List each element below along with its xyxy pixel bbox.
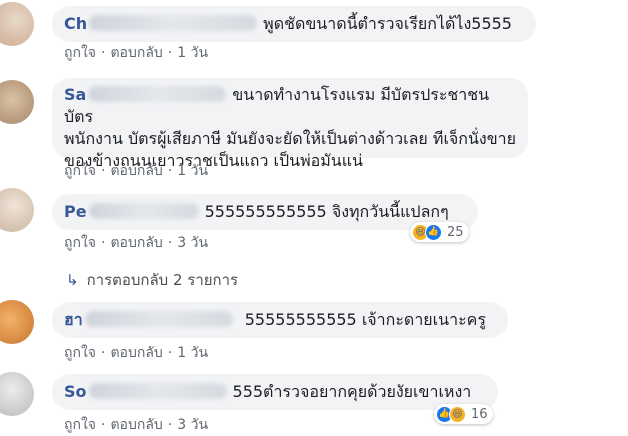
comment-actions: ถูกใจ · ตอบกลับ · 3 วัน (64, 414, 208, 436)
separator: · (101, 163, 106, 179)
reply-link[interactable]: ตอบกลับ (110, 45, 162, 61)
comment-actions: ถูกใจ · ตอบกลับ · 1 วัน (64, 160, 208, 182)
timestamp[interactable]: 3 วัน (177, 417, 208, 433)
reply-link[interactable]: ตอบกลับ (110, 345, 162, 361)
avatar[interactable] (0, 300, 34, 344)
timestamp[interactable]: 3 วัน (177, 235, 208, 251)
like-link[interactable]: ถูกใจ (64, 163, 96, 179)
separator: · (101, 235, 106, 251)
comment-actions: ถูกใจ · ตอบกลับ · 3 วัน (64, 232, 208, 254)
separator: · (101, 45, 106, 61)
separator: · (167, 45, 173, 61)
commenter-name[interactable]: Sa (64, 85, 86, 104)
like-link[interactable]: ถูกใจ (64, 417, 96, 433)
timestamp[interactable]: 1 วัน (177, 345, 208, 361)
avatar[interactable] (0, 188, 34, 232)
separator: · (167, 235, 173, 251)
comment-bubble: Ch พูดชัดขนาดนี้ตำรวจเรียกได้ไง5555 (52, 6, 536, 42)
blurred-name (88, 86, 227, 102)
blurred-name (89, 15, 258, 31)
separator: · (167, 417, 173, 433)
timestamp[interactable]: 1 วัน (177, 163, 208, 179)
avatar[interactable] (0, 372, 34, 416)
blurred-name (88, 383, 227, 399)
view-replies-label: การตอบกลับ 2 รายการ (86, 271, 239, 289)
comment-text: 555ตำรวจอยากคุยด้วยงัยเขาเหงา (232, 382, 472, 401)
reaction-count: 16 (471, 406, 488, 422)
commenter-name[interactable]: Pe (64, 202, 87, 221)
like-icon: 👍 (425, 223, 442, 241)
comment-bubble: So 555ตำรวจอยากคุยด้วยงัยเขาเหงา (52, 374, 498, 410)
like-link[interactable]: ถูกใจ (64, 345, 96, 361)
comment-text-line: พนักงาน บัตรผู้เสียภาษี มันยังจะยัดให้เป… (64, 129, 517, 148)
reply-link[interactable]: ตอบกลับ (110, 417, 162, 433)
comment-bubble: Sa ขนาดทำงานโรงแรม มีบัตรประชาชน บัตร พนั… (52, 78, 528, 170)
separator: · (167, 163, 173, 179)
haha-icon: 😆 (449, 405, 466, 423)
reply-link[interactable]: ตอบกลับ (110, 235, 162, 251)
comment-actions: ถูกใจ · ตอบกลับ · 1 วัน (64, 342, 208, 364)
avatar[interactable] (0, 2, 34, 46)
comment-text: พูดชัดขนาดนี้ตำรวจเรียกได้ไง5555 (263, 14, 512, 33)
like-link[interactable]: ถูกใจ (64, 45, 96, 61)
avatar[interactable] (0, 80, 34, 124)
separator: · (101, 417, 106, 433)
comment-actions: ถูกใจ · ตอบกลับ · 1 วัน (64, 42, 208, 64)
blurred-name (84, 311, 233, 327)
blurred-name (88, 203, 199, 219)
separator: · (101, 345, 106, 361)
timestamp[interactable]: 1 วัน (177, 45, 208, 61)
commenter-name[interactable]: So (64, 382, 87, 401)
reply-arrow-icon: ↳ (66, 271, 79, 289)
reaction-count: 25 (447, 224, 464, 240)
reply-link[interactable]: ตอบกลับ (110, 163, 162, 179)
reaction-summary[interactable]: 👍 😆 16 (434, 404, 493, 424)
separator: · (167, 345, 173, 361)
commenter-name[interactable]: Ch (64, 14, 87, 33)
commenter-name[interactable]: ฮา (64, 310, 83, 329)
reaction-summary[interactable]: 😆 👍 25 (410, 222, 469, 242)
view-replies-link[interactable]: ↳ การตอบกลับ 2 รายการ (66, 268, 238, 292)
comment-text: 555555555555 จิงทุกวันนี้แปลกๆ (204, 202, 449, 221)
comment-bubble: ฮา 55555555555 เจ้ากะดายเนาะครู (52, 302, 508, 338)
comment-text: 55555555555 เจ้ากะดายเนาะครู (244, 310, 486, 329)
like-link[interactable]: ถูกใจ (64, 235, 96, 251)
